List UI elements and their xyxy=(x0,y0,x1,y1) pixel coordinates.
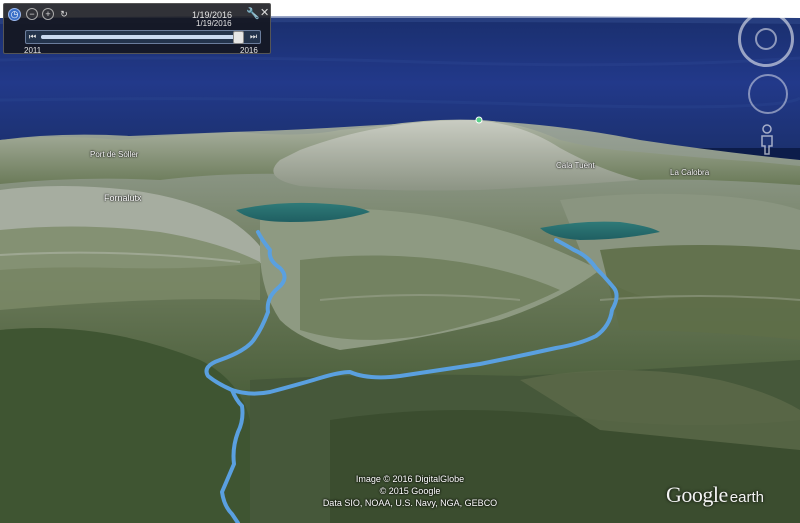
map-viewport[interactable]: Port de Sóller Fornalutx Cala Tuent La C… xyxy=(0,0,800,523)
pegman-icon[interactable] xyxy=(760,124,774,156)
label-cala-tuent: Cala Tuent xyxy=(556,161,595,170)
terrain-view[interactable] xyxy=(0,0,800,523)
google-earth-logo: Google earth xyxy=(666,482,764,508)
close-icon[interactable]: ✕ xyxy=(260,7,269,19)
clock-icon[interactable]: ◷ xyxy=(8,8,21,21)
label-la-calobra: La Calobra xyxy=(670,168,710,177)
look-joystick-inner[interactable] xyxy=(755,28,777,50)
logo-google-text: Google xyxy=(666,482,728,507)
time-slider-panel: ◷ − + ↻ 1/19/2016 🔧 ✕ 1/19/2016 ⏮ ⏭ 2011… xyxy=(3,3,271,55)
move-joystick[interactable] xyxy=(748,74,788,114)
imagery-attribution: Image © 2016 DigitalGlobe © 2015 Google … xyxy=(300,473,520,509)
time-track[interactable] xyxy=(41,31,244,44)
step-forward-icon[interactable]: ⏭ xyxy=(250,32,257,42)
summit-marker[interactable] xyxy=(475,116,483,124)
attribution-line-2: © 2015 Google xyxy=(379,486,441,496)
label-port-de-soller: Port de Sóller xyxy=(90,150,139,159)
logo-earth-text: earth xyxy=(729,489,764,506)
attribution-line-1: Image © 2016 DigitalGlobe xyxy=(355,474,465,484)
zoom-in-icon[interactable]: + xyxy=(42,8,54,20)
zoom-out-icon[interactable]: − xyxy=(26,8,38,20)
step-back-icon[interactable]: ⏮ xyxy=(29,32,36,42)
time-range-end: 2016 xyxy=(240,46,258,55)
label-fornalutx: Fornalutx xyxy=(104,193,142,203)
time-range-start: 2011 xyxy=(24,46,42,55)
time-current-date: 1/19/2016 xyxy=(196,19,232,28)
time-track-fill xyxy=(41,35,237,39)
look-joystick[interactable] xyxy=(738,11,794,67)
refresh-icon[interactable]: ↻ xyxy=(58,8,70,20)
wrench-icon[interactable]: 🔧 xyxy=(246,7,260,20)
time-slider-handle[interactable] xyxy=(233,31,244,44)
attribution-line-3: Data SIO, NOAA, U.S. Navy, NGA, GEBCO xyxy=(322,498,498,508)
time-slider[interactable]: ⏮ ⏭ xyxy=(25,30,261,44)
